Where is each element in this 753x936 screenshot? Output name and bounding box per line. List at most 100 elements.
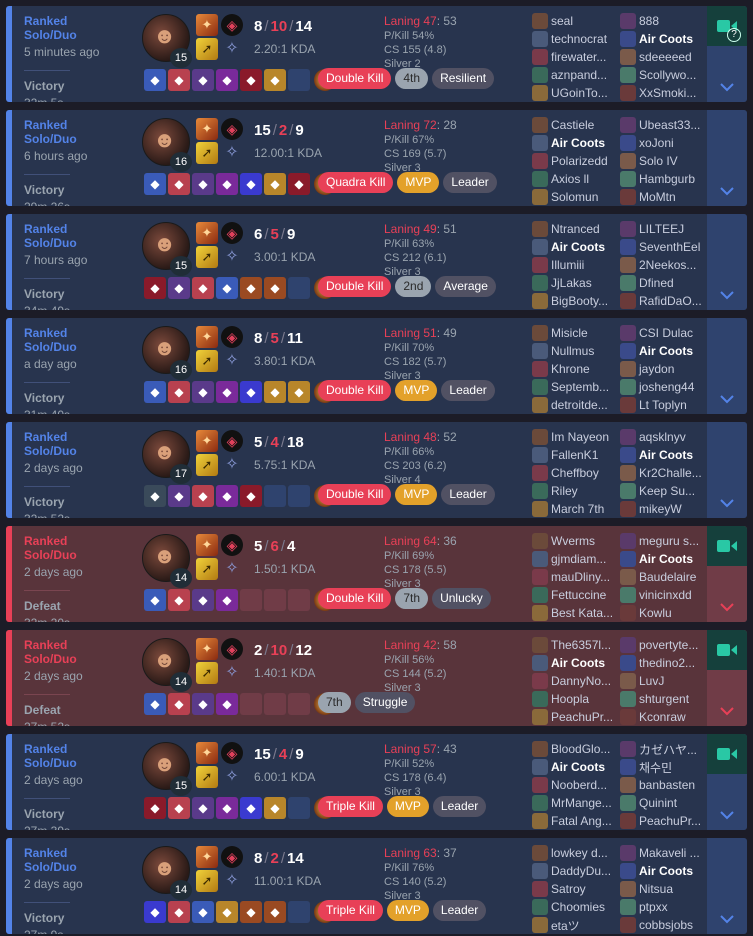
player-name[interactable]: The6357l...: [551, 638, 611, 652]
match-card[interactable]: Ranked Solo/Duo 2 days ago Victory 27m 3…: [6, 734, 747, 830]
flash-spell-icon[interactable]: ➚: [196, 454, 218, 476]
player-row[interactable]: Air Coots: [620, 342, 708, 360]
player-name[interactable]: detroitde...: [551, 398, 608, 412]
player-row[interactable]: RafidDaO...: [620, 292, 708, 310]
item-icon[interactable]: ◆: [168, 381, 190, 403]
item-icon[interactable]: ◆: [144, 589, 166, 611]
player-name[interactable]: Quinint: [639, 796, 677, 810]
item-icon[interactable]: ◆: [144, 693, 166, 715]
player-row[interactable]: Air Coots: [532, 654, 620, 672]
player-name[interactable]: Hoopla: [551, 692, 589, 706]
player-row[interactable]: 2Neekos...: [620, 256, 708, 274]
player-name[interactable]: Kr2Challe...: [639, 466, 702, 480]
player-name[interactable]: JjLakas: [551, 276, 592, 290]
item-icon[interactable]: ◆: [264, 901, 286, 923]
flash-spell-icon[interactable]: ➚: [196, 870, 218, 892]
player-row[interactable]: DannyNo...: [532, 672, 620, 690]
item-icon[interactable]: ◆: [240, 485, 262, 507]
player-row[interactable]: aznpand...: [532, 66, 620, 84]
player-name[interactable]: カゼハヤ...: [639, 741, 697, 758]
player-name[interactable]: FallenK1: [551, 448, 598, 462]
player-name[interactable]: Illumiii: [551, 258, 584, 272]
player-row[interactable]: Misicle: [532, 324, 620, 342]
player-name[interactable]: sdeeeeed: [639, 50, 692, 64]
player-name[interactable]: XxSmoki...: [639, 86, 696, 100]
player-name[interactable]: Ntranced: [551, 222, 600, 236]
player-name[interactable]: mikeyW: [639, 502, 682, 516]
player-row[interactable]: Fettuccine: [532, 586, 620, 604]
item-icon[interactable]: ◆: [192, 381, 214, 403]
player-name[interactable]: Makaveli ...: [639, 846, 700, 860]
player-row[interactable]: mauDliny...: [532, 568, 620, 586]
player-name[interactable]: Best Kata...: [551, 606, 613, 620]
match-card[interactable]: Ranked Solo/Duo 2 days ago Defeat 32m 20…: [6, 526, 747, 622]
player-row[interactable]: 888: [620, 12, 708, 30]
player-name[interactable]: PeachuPr...: [551, 710, 613, 724]
player-name[interactable]: 2Neekos...: [639, 258, 696, 272]
player-name[interactable]: cobbsjobs: [639, 918, 693, 932]
player-row[interactable]: Axios ll: [532, 170, 620, 188]
player-name[interactable]: etaツ: [551, 917, 580, 934]
match-card[interactable]: Ranked Solo/Duo a day ago Victory 31m 40…: [6, 318, 747, 414]
player-name[interactable]: Keep Su...: [639, 484, 695, 498]
player-name[interactable]: Scollywo...: [639, 68, 696, 82]
player-row[interactable]: Kconraw: [620, 708, 708, 726]
ignite-spell-icon[interactable]: ✦: [196, 638, 218, 660]
item-icon[interactable]: ◆: [168, 69, 190, 91]
player-name[interactable]: Nooberd...: [551, 778, 607, 792]
player-row[interactable]: gjmdiam...: [532, 550, 620, 568]
player-row[interactable]: Keep Su...: [620, 482, 708, 500]
player-row[interactable]: Scollywo...: [620, 66, 708, 84]
player-name[interactable]: UGoinTo...: [551, 86, 608, 100]
player-name[interactable]: Solo IV: [639, 154, 678, 168]
expand-button[interactable]: [707, 422, 747, 518]
player-row[interactable]: Air Coots: [620, 30, 708, 48]
player-name[interactable]: lowkey d...: [551, 846, 608, 860]
player-name[interactable]: MoMtn: [639, 190, 676, 204]
item-icon[interactable]: ◆: [144, 797, 166, 819]
expand-button[interactable]: [707, 110, 747, 206]
player-name[interactable]: Solomun: [551, 190, 598, 204]
ignite-spell-icon[interactable]: ✦: [196, 222, 218, 244]
flash-spell-icon[interactable]: ➚: [196, 142, 218, 164]
flash-spell-icon[interactable]: ➚: [196, 766, 218, 788]
player-name[interactable]: 888: [639, 14, 659, 28]
secondary-rune-icon[interactable]: ✧: [221, 662, 243, 684]
ignite-spell-icon[interactable]: ✦: [196, 534, 218, 556]
item-icon[interactable]: ◆: [216, 69, 238, 91]
item-icon[interactable]: ◆: [216, 381, 238, 403]
player-row[interactable]: Riley: [532, 482, 620, 500]
player-name[interactable]: firewater...: [551, 50, 606, 64]
player-row[interactable]: Illumiii: [532, 256, 620, 274]
player-row[interactable]: Cheffboy: [532, 464, 620, 482]
player-name[interactable]: thedino2...: [639, 656, 695, 670]
item-icon[interactable]: ◆: [192, 277, 214, 299]
secondary-rune-icon[interactable]: ✧: [221, 142, 243, 164]
player-name[interactable]: Air Coots: [639, 864, 693, 878]
player-row[interactable]: Nullmus: [532, 342, 620, 360]
player-name[interactable]: gjmdiam...: [551, 552, 606, 566]
player-row[interactable]: CSI Dulac: [620, 324, 708, 342]
item-icon[interactable]: ◆: [168, 901, 190, 923]
player-row[interactable]: Air Coots: [532, 238, 620, 256]
item-icon[interactable]: ◆: [192, 901, 214, 923]
primary-rune-icon[interactable]: ◈: [221, 326, 243, 348]
player-row[interactable]: Quinint: [620, 794, 708, 812]
player-row[interactable]: ptpxx: [620, 898, 708, 916]
player-name[interactable]: BloodGlo...: [551, 742, 610, 756]
item-icon[interactable]: ◆: [192, 589, 214, 611]
player-name[interactable]: Baudelaire: [639, 570, 696, 584]
player-name[interactable]: vinicinxdd: [639, 588, 692, 602]
player-name[interactable]: Misicle: [551, 326, 588, 340]
player-name[interactable]: Hambgurb: [639, 172, 695, 186]
player-name[interactable]: ptpxx: [639, 900, 668, 914]
player-name[interactable]: Air Coots: [551, 240, 605, 254]
player-name[interactable]: technocrat: [551, 32, 607, 46]
ignite-spell-icon[interactable]: ✦: [196, 118, 218, 140]
item-icon[interactable]: ◆: [168, 485, 190, 507]
player-name[interactable]: Riley: [551, 484, 578, 498]
player-name[interactable]: Lt Toplyn: [639, 398, 687, 412]
flash-spell-icon[interactable]: ➚: [196, 38, 218, 60]
player-name[interactable]: DannyNo...: [551, 674, 611, 688]
player-row[interactable]: Castiele: [532, 116, 620, 134]
